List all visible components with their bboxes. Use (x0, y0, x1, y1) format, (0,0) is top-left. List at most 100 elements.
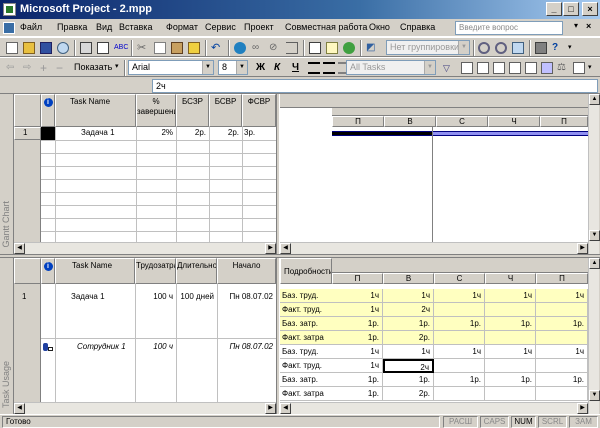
task-info-icon[interactable] (309, 42, 321, 54)
detail-cell[interactable]: 1р. (332, 317, 383, 331)
show-button[interactable]: Показать (74, 62, 112, 72)
menu-tools[interactable]: Сервис (205, 22, 236, 32)
maximize-button[interactable]: □ (563, 2, 579, 16)
detail-cell[interactable] (434, 359, 485, 373)
gantt-view-bar[interactable]: Gantt Chart (0, 94, 14, 254)
detail-cell[interactable]: 1ч (332, 289, 383, 303)
detail-cell[interactable]: 1ч (536, 289, 588, 303)
gantt-wizard-icon[interactable] (461, 62, 473, 74)
paste-icon[interactable] (171, 42, 183, 54)
usage-view-bar[interactable]: Task Usage (0, 258, 14, 414)
ask-question-input[interactable]: Введите вопрос (455, 21, 563, 35)
detail-cell[interactable] (536, 387, 588, 401)
view-calendar-icon[interactable] (477, 62, 489, 74)
detail-cell[interactable]: 1ч (332, 359, 383, 373)
detail-cell[interactable]: 1р. (485, 373, 536, 387)
detail-cell[interactable]: 1р. (332, 373, 383, 387)
group-by-combo[interactable]: Нет группировки ▼ (386, 40, 470, 55)
col-task-name[interactable]: Task Name (55, 258, 135, 284)
menu-insert[interactable]: Вставка (119, 22, 152, 32)
doc-menu-arrow-icon[interactable]: ▾ (574, 21, 578, 30)
duration-cell[interactable]: 100 дней (176, 292, 217, 301)
detail-cell[interactable]: 1ч (332, 345, 383, 359)
italic-button[interactable]: К (274, 62, 280, 73)
publish-icon[interactable]: ◩ (366, 42, 378, 54)
font-size-combo[interactable]: 8 ▼ (218, 60, 248, 75)
toolbar-options-icon[interactable]: ▾ (588, 62, 600, 74)
arrow-right-icon[interactable]: ⇨ (23, 62, 35, 74)
entry-field[interactable]: 2ч (152, 79, 598, 93)
copy-picture-icon[interactable] (535, 42, 547, 54)
usage-vscroll[interactable]: ▲ ▼ (588, 258, 600, 414)
progress-bar[interactable] (332, 132, 432, 135)
gantt-table-hscroll[interactable]: ◀ ▶ (14, 242, 276, 254)
search-doc-icon[interactable] (57, 42, 69, 54)
col-bsvr[interactable]: БСВР (209, 94, 242, 127)
select-all-corner[interactable] (14, 94, 41, 127)
detail-cell[interactable] (485, 331, 536, 345)
task-name-cell[interactable]: Задача 1 (71, 292, 135, 301)
scroll-up-icon[interactable]: ▲ (589, 94, 600, 105)
usage-table-hscroll[interactable]: ◀ ▶ (14, 402, 276, 414)
detail-cell[interactable]: 1ч (536, 345, 588, 359)
indicators-header[interactable]: i (41, 258, 55, 284)
percent-complete-cell[interactable]: 2% (136, 128, 176, 137)
show-dropdown-icon[interactable]: ▾ (115, 62, 119, 70)
detail-cell[interactable] (434, 331, 485, 345)
detail-cell[interactable]: 1р. (383, 373, 434, 387)
chevron-down-icon[interactable]: ▼ (424, 61, 435, 74)
scroll-right-icon[interactable]: ▶ (265, 243, 276, 254)
detail-cell[interactable] (485, 387, 536, 401)
detail-cell[interactable] (434, 387, 485, 401)
cut-icon[interactable]: ✂ (137, 42, 149, 54)
doc-close-button[interactable]: × (586, 21, 591, 31)
help-icon[interactable]: ? (552, 42, 564, 54)
save-icon[interactable] (40, 42, 52, 54)
menu-file[interactable]: Файл (20, 22, 42, 32)
col-percent-complete[interactable]: % завершения (136, 94, 176, 127)
col-fsvr[interactable]: ФСВР (242, 94, 276, 127)
bsvr-cell[interactable]: 2р. (209, 128, 242, 137)
resource-name-cell[interactable]: Сотрудник 1 (77, 342, 135, 351)
col-start[interactable]: Начало (217, 258, 276, 284)
copy-icon[interactable] (154, 42, 166, 54)
detail-cell[interactable] (536, 331, 588, 345)
minus-icon[interactable]: − (56, 62, 68, 74)
col-work[interactable]: Трудозатраты (135, 258, 176, 284)
detail-cell[interactable] (434, 303, 485, 317)
format-painter-icon[interactable] (188, 42, 200, 54)
active-detail-cell[interactable]: 2ч (383, 359, 434, 373)
close-button[interactable]: × (582, 2, 598, 16)
minimize-button[interactable]: _ (546, 2, 562, 16)
select-all-corner[interactable] (14, 258, 41, 284)
unlink-tasks-icon[interactable]: ⊘ (269, 42, 281, 54)
details-header[interactable]: Подробности (280, 258, 332, 284)
scroll-left-icon[interactable]: ◀ (280, 403, 291, 414)
underline-button[interactable]: Ч (292, 62, 299, 73)
menu-project[interactable]: Проект (244, 22, 274, 32)
arrow-left-icon[interactable]: ⇦ (6, 62, 18, 74)
menu-help[interactable]: Справка (400, 22, 435, 32)
notes-icon[interactable] (326, 42, 338, 54)
scroll-up-icon[interactable]: ▲ (589, 258, 600, 269)
spelling-icon[interactable]: ABC (114, 42, 128, 54)
start-cell[interactable]: Пн 08.07.02 (217, 292, 276, 301)
scroll-down-icon[interactable]: ▼ (589, 390, 600, 401)
detail-cell[interactable] (536, 359, 588, 373)
menu-collaborate[interactable]: Совместная работа (285, 22, 367, 32)
scroll-right-icon[interactable]: ▶ (577, 243, 588, 254)
detail-cell[interactable]: 1ч (332, 303, 383, 317)
fsvr-cell[interactable]: 3р. (242, 128, 276, 137)
col-bszr[interactable]: БСЗР (176, 94, 209, 127)
chevron-down-icon[interactable]: ▼ (202, 61, 213, 74)
undo-icon[interactable]: ↶ (211, 42, 223, 54)
gantt-chart-hscroll[interactable]: ◀ ▶ (280, 242, 588, 254)
detail-cell[interactable]: 1р. (536, 317, 588, 331)
detail-cell[interactable]: 1р. (434, 317, 485, 331)
usage-grid-hscroll[interactable]: ◀ ▶ (280, 402, 588, 414)
goto-task-icon[interactable] (512, 42, 524, 54)
chevron-down-icon[interactable]: ▼ (236, 61, 247, 74)
detail-cell[interactable]: 1р. (485, 317, 536, 331)
detail-cell[interactable]: 1ч (434, 289, 485, 303)
bold-button[interactable]: Ж (256, 62, 265, 73)
